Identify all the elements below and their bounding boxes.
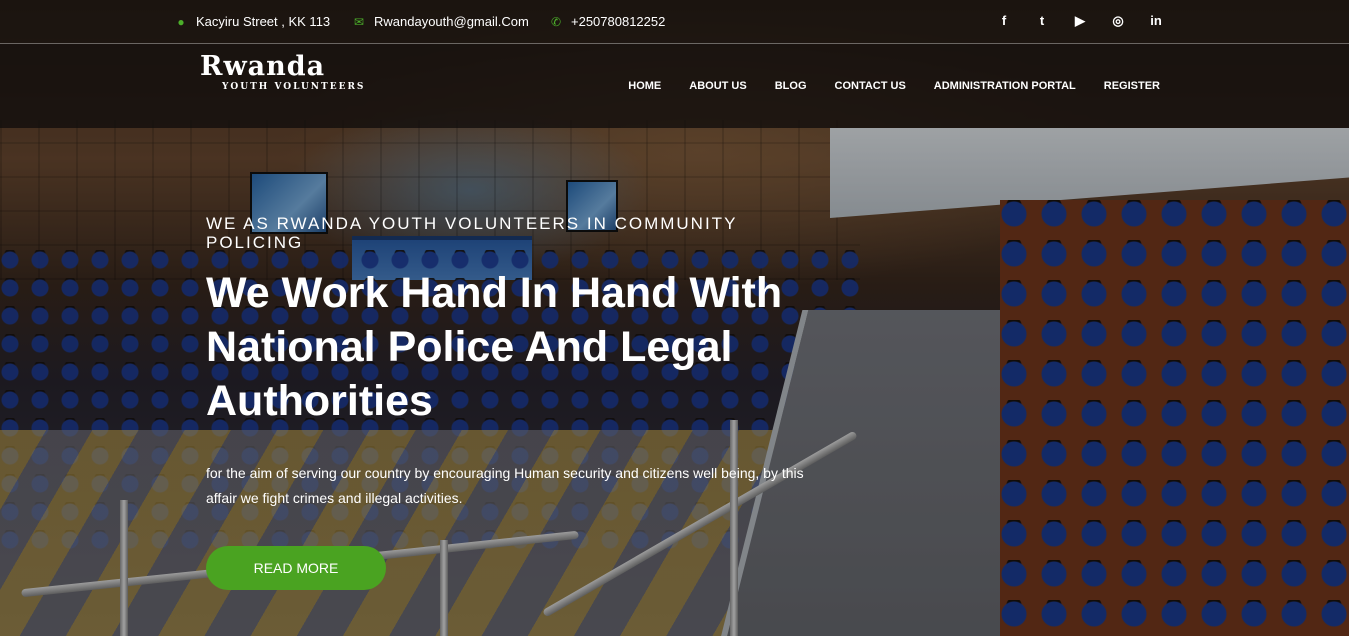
nav-menu: HOME ABOUT US BLOG CONTACT US ADMINISTRA… [628,80,1160,92]
top-info-bar: ● Kacyiru Street , KK 113 ✉ Rwandayouth@… [0,0,1349,44]
nav-item-blog[interactable]: BLOG [775,80,807,92]
social-links: f t ▶ ◎ in [996,13,1164,29]
envelope-icon: ✉ [353,14,365,29]
hero-kicker: WE AS RWANDA YOUTH VOLUNTEERS IN COMMUNI… [206,214,738,252]
youtube-icon[interactable]: ▶ [1072,13,1088,29]
linkedin-icon[interactable]: in [1148,13,1164,29]
contact-address: ● Kacyiru Street , KK 113 [174,14,330,29]
address-text: Kacyiru Street , KK 113 [196,14,331,29]
facebook-icon[interactable]: f [996,13,1012,29]
hero-headline: We Work Hand In Hand With National Polic… [206,269,783,425]
phone-text[interactable]: +250780812252 [571,14,665,29]
dribbble-icon[interactable]: ◎ [1110,13,1126,29]
logo-subtitle: YOUTH VOLUNTEERS [222,82,366,92]
nav-item-administration-portal[interactable]: ADMINISTRATION PORTAL [934,80,1076,92]
site-logo[interactable]: Rwanda YOUTH VOLUNTEERS [200,52,400,96]
nav-item-contact-us[interactable]: CONTACT US [835,80,906,92]
nav-item-home[interactable]: HOME [628,80,661,92]
nav-item-about-us[interactable]: ABOUT US [689,80,746,92]
main-navbar: Rwanda YOUTH VOLUNTEERS HOME ABOUT US BL… [0,44,1349,128]
nav-item-register[interactable]: REGISTER [1104,80,1160,92]
read-more-button[interactable]: READ MORE [206,546,386,590]
contact-phone[interactable]: ✆ +250780812252 [549,14,665,29]
hero-description: for the aim of serving our country by en… [206,465,804,506]
contact-email[interactable]: ✉ Rwandayouth@gmail.Com [352,14,529,29]
phone-icon: ✆ [550,14,562,29]
map-marker-icon: ● [177,14,185,29]
email-text[interactable]: Rwandayouth@gmail.Com [374,14,529,29]
logo-title: Rwanda [200,51,326,82]
twitter-icon[interactable]: t [1034,13,1050,29]
